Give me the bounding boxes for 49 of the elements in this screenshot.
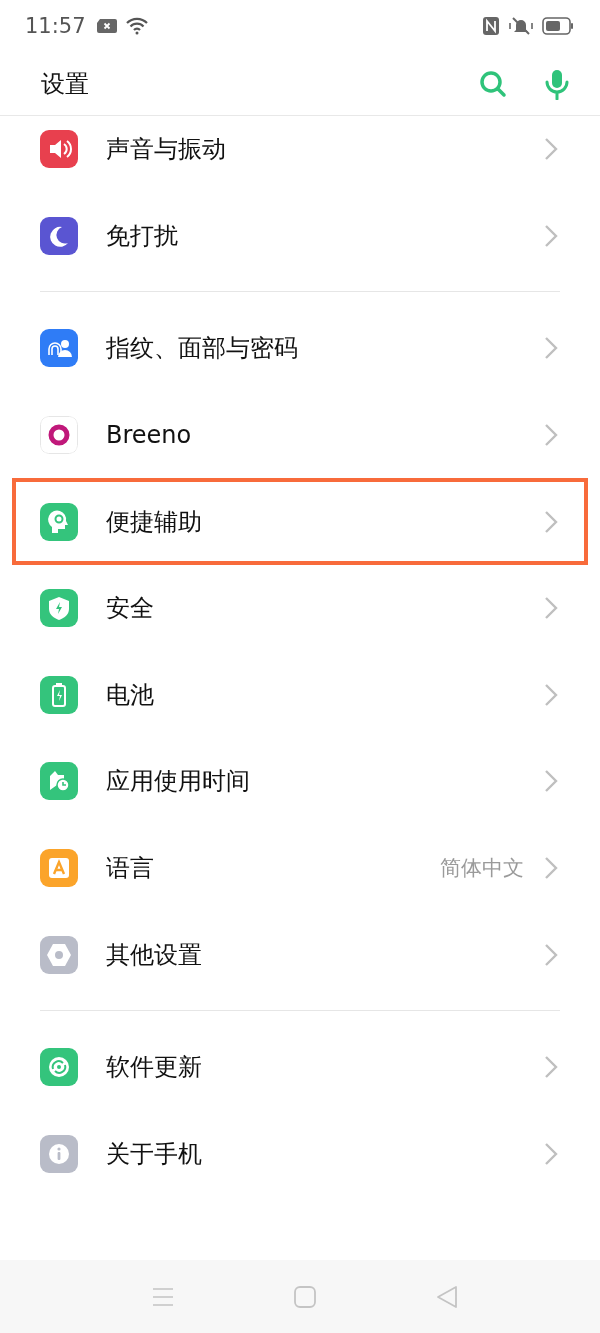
status-time: 11:57	[25, 14, 86, 38]
item-label: 应用使用时间	[106, 766, 250, 798]
chevron-icon	[544, 942, 558, 967]
item-label: 指纹、面部与密码	[106, 333, 298, 365]
microphone-button[interactable]	[544, 67, 570, 100]
mute-bell-icon	[508, 16, 534, 36]
sim-off-icon	[95, 18, 118, 34]
chevron-icon	[544, 137, 558, 162]
settings-item[interactable]: 免打扰	[12, 192, 588, 280]
settings-item[interactable]: 软件更新	[12, 1023, 588, 1111]
settings-item[interactable]: 其他设置	[12, 911, 588, 998]
settings-item[interactable]: 语言 简体中文	[12, 824, 588, 912]
item-label: 关于手机	[106, 1138, 202, 1170]
settings-item[interactable]: Breeno	[12, 391, 588, 479]
chevron-icon	[544, 856, 558, 881]
item-label: 声音与振动	[106, 134, 226, 166]
settings-item[interactable]: 电池	[12, 651, 588, 739]
item-label: 免打扰	[106, 220, 178, 252]
item-label: 其他设置	[106, 939, 202, 971]
search-button[interactable]	[478, 68, 508, 99]
settings-item[interactable]: 关于手机	[12, 1110, 588, 1198]
chevron-icon	[544, 336, 558, 361]
settings-item[interactable]: 安全	[12, 564, 588, 652]
settings-item[interactable]: 声音与振动	[12, 106, 588, 193]
settings-item[interactable]: 应用使用时间	[12, 738, 588, 825]
item-label: Breeno	[106, 421, 192, 450]
item-value: 简体中文	[440, 855, 524, 883]
chevron-icon	[544, 682, 558, 707]
settings-item[interactable]: 指纹、面部与密码	[12, 305, 588, 392]
chevron-icon	[544, 769, 558, 794]
battery-status-icon	[542, 17, 574, 35]
back-icon[interactable]	[436, 1284, 458, 1309]
chevron-icon	[544, 596, 558, 621]
chevron-icon	[544, 1141, 558, 1166]
item-label: 便捷辅助	[106, 506, 202, 538]
item-label: 电池	[106, 679, 154, 711]
item-label: 语言	[106, 853, 154, 885]
wifi-icon	[125, 17, 148, 35]
chevron-icon	[544, 223, 558, 248]
item-label: 软件更新	[106, 1052, 202, 1084]
chevron-icon	[544, 423, 558, 448]
page-title: 设置	[41, 68, 89, 100]
nfc-icon	[482, 16, 500, 36]
home-icon[interactable]	[294, 1285, 316, 1308]
chevron-icon	[544, 1055, 558, 1080]
settings-item[interactable]: 便捷辅助	[12, 478, 588, 565]
menu-icon[interactable]	[152, 1286, 174, 1307]
chevron-icon	[544, 509, 558, 534]
item-label: 安全	[106, 593, 154, 625]
